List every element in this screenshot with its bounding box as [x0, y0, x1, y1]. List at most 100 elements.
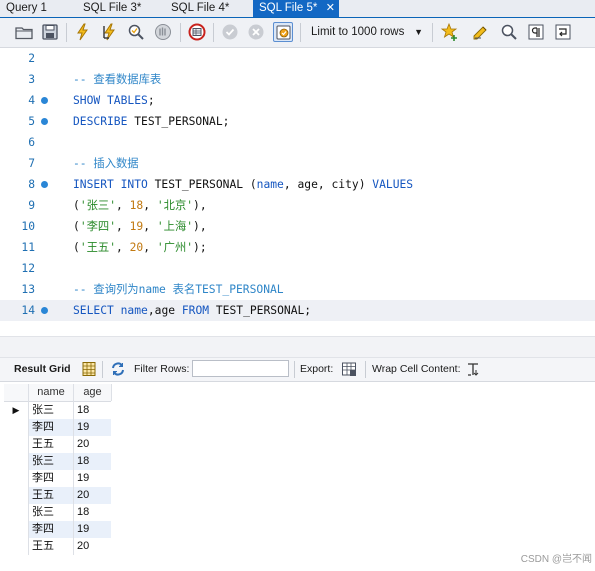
cell-age[interactable]: 20 — [74, 436, 111, 453]
line-number: 5 — [28, 115, 35, 128]
statement-marker-icon[interactable] — [41, 118, 48, 125]
column-header-age[interactable]: age — [74, 384, 111, 401]
editor-line: 2 — [0, 48, 595, 69]
editor-line-current: 14 SELECT name,age FROM TEST_PERSONAL; — [0, 300, 595, 321]
statement-marker-icon[interactable] — [41, 307, 48, 314]
grid-header-row: name age — [4, 384, 111, 402]
chevron-down-icon: ▼ — [414, 27, 423, 37]
cell-age[interactable]: 18 — [74, 504, 111, 521]
commit-icon[interactable] — [220, 22, 240, 42]
code-text: ('王五', 20, '广州'); — [73, 241, 207, 254]
cell-name[interactable]: 王五 — [29, 436, 73, 453]
tab-query-1[interactable]: Query 1 — [0, 0, 64, 17]
cell-name[interactable]: 李四 — [29, 419, 73, 436]
wrap-icon[interactable] — [553, 22, 573, 42]
toolbar-separator — [432, 23, 433, 42]
row-header[interactable] — [4, 453, 28, 470]
stop-icon[interactable] — [153, 22, 173, 42]
editor-line: 5 DESCRIBE TEST_PERSONAL; — [0, 111, 595, 132]
cell-age[interactable]: 20 — [74, 538, 111, 555]
toolbar-separator — [180, 23, 181, 42]
toolbar-separator — [365, 361, 366, 378]
save-icon[interactable] — [40, 22, 60, 42]
editor-line: 4 SHOW TABLES; — [0, 90, 595, 111]
table-row[interactable]: 张三 18 — [4, 504, 111, 521]
sql-editor-toolbar: Limit to 1000 rows ▼ — [0, 18, 595, 48]
cell-name[interactable]: 王五 — [29, 538, 73, 555]
editor-line: 6 — [0, 132, 595, 153]
cell-age[interactable]: 19 — [74, 419, 111, 436]
export-label: Export: — [300, 363, 334, 375]
cell-age[interactable]: 18 — [74, 402, 111, 419]
rollback-icon[interactable] — [246, 22, 266, 42]
code-token: DESCRIBE — [73, 115, 128, 128]
table-row[interactable]: 李四 19 — [4, 419, 111, 436]
execute-current-icon[interactable] — [100, 22, 120, 42]
cell-name[interactable]: 张三 — [29, 402, 73, 419]
open-folder-icon[interactable] — [14, 22, 34, 42]
editor-line: 8 INSERT INTO TEST_PERSONAL (name, age, … — [0, 174, 595, 195]
table-row[interactable]: 王五 20 — [4, 538, 111, 555]
autocommit-icon[interactable] — [273, 22, 293, 42]
grid-view-icon[interactable] — [81, 361, 97, 377]
export-icon[interactable] — [341, 361, 357, 377]
tab-label: Query 1 — [6, 2, 47, 14]
line-number: 11 — [21, 241, 35, 254]
table-row[interactable]: 王五 20 — [4, 487, 111, 504]
code-text: DESCRIBE TEST_PERSONAL; — [73, 115, 230, 128]
statement-marker-icon[interactable] — [41, 181, 48, 188]
grid-divider — [111, 384, 112, 401]
cell-name[interactable]: 李四 — [29, 470, 73, 487]
cell-name[interactable]: 王五 — [29, 487, 73, 504]
row-header[interactable] — [4, 470, 28, 487]
limit-rows-value: Limit to 1000 rows — [311, 26, 405, 38]
bookmark-icon[interactable] — [440, 22, 460, 42]
cell-name[interactable]: 李四 — [29, 521, 73, 538]
editor-line: 7 -- 插入数据 — [0, 153, 595, 174]
tab-sql-file-3[interactable]: SQL File 3* — [77, 0, 157, 17]
result-grid-tab[interactable]: Result Grid — [14, 363, 71, 375]
cell-age[interactable]: 19 — [74, 521, 111, 538]
tab-sql-file-4[interactable]: SQL File 4* — [165, 0, 247, 17]
code-token: INSERT INTO — [73, 178, 148, 191]
close-icon[interactable]: ✕ — [326, 0, 335, 16]
code-text: ('张三', 18, '北京'), — [73, 199, 207, 212]
limit-rows-select[interactable]: Limit to 1000 rows ▼ — [306, 22, 428, 43]
row-header[interactable] — [4, 504, 28, 521]
explain-icon[interactable] — [126, 22, 146, 42]
row-header[interactable] — [4, 487, 28, 504]
table-row[interactable]: 王五 20 — [4, 436, 111, 453]
grid-divider — [73, 384, 74, 555]
invisible-chars-icon[interactable] — [526, 22, 546, 42]
execute-icon[interactable] — [73, 22, 93, 42]
cell-age[interactable]: 18 — [74, 453, 111, 470]
refresh-icon[interactable] — [110, 361, 126, 377]
sql-editor[interactable]: 2 3 -- 查看数据库表 4 SHOW TABLES; 5 DESCRIBE … — [0, 48, 595, 335]
wrap-cell-icon[interactable] — [465, 361, 481, 377]
tab-sql-file-5[interactable]: SQL File 5* ✕ — [253, 0, 339, 17]
cell-name[interactable]: 张三 — [29, 453, 73, 470]
code-comment: -- 查询列为name 表名TEST_PERSONAL — [73, 283, 284, 296]
table-row[interactable]: ▶ 张三 18 — [4, 402, 111, 419]
filter-rows-label: Filter Rows: — [134, 363, 190, 375]
column-header-name[interactable]: name — [29, 384, 73, 401]
row-header[interactable] — [4, 436, 28, 453]
cell-age[interactable]: 20 — [74, 487, 111, 504]
find-icon[interactable] — [499, 22, 519, 42]
cell-name[interactable]: 张三 — [29, 504, 73, 521]
row-header[interactable] — [4, 419, 28, 436]
statement-marker-icon[interactable] — [41, 97, 48, 104]
row-header[interactable] — [4, 538, 28, 555]
table-row[interactable]: 李四 19 — [4, 470, 111, 487]
toggle-results-icon[interactable] — [187, 22, 207, 42]
row-header-corner — [4, 384, 28, 401]
line-number: 4 — [28, 94, 35, 107]
row-header[interactable] — [4, 521, 28, 538]
cell-age[interactable]: 19 — [74, 470, 111, 487]
table-row[interactable]: 张三 18 — [4, 453, 111, 470]
filter-rows-input[interactable] — [192, 360, 289, 377]
watermark-text: CSDN @岂不闻 — [520, 554, 592, 565]
table-row[interactable]: 李四 19 — [4, 521, 111, 538]
panel-splitter[interactable] — [0, 336, 595, 358]
beautify-icon[interactable] — [471, 22, 491, 42]
